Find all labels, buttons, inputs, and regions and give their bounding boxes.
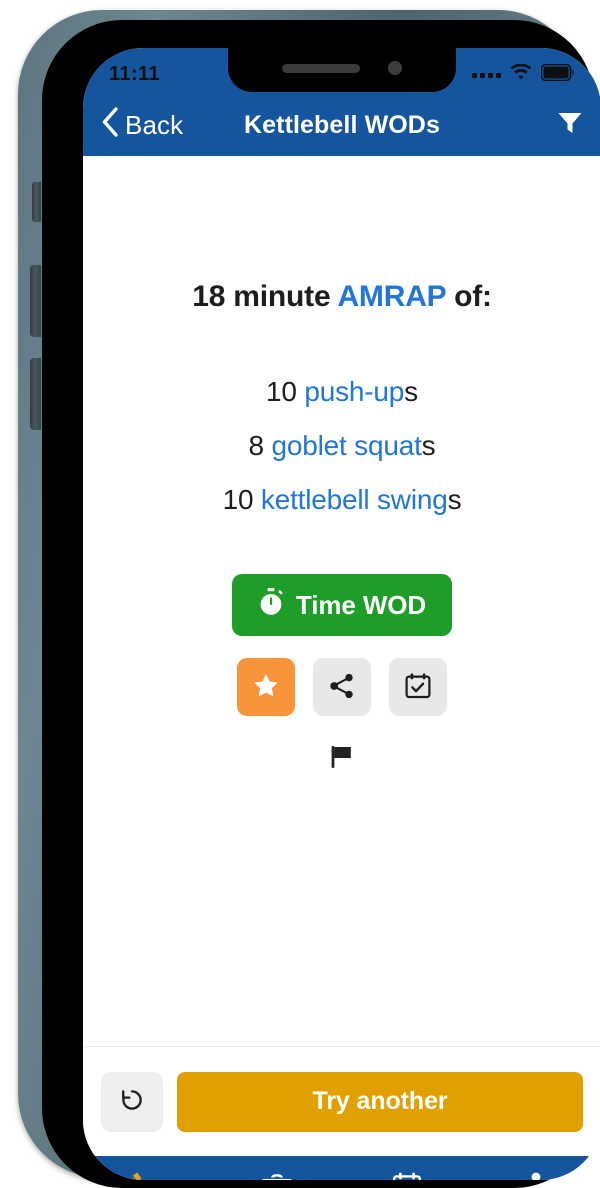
list-item: 10 push-ups xyxy=(83,376,600,408)
flag-icon xyxy=(329,744,355,773)
movement-link[interactable]: kettlebell swing xyxy=(261,484,448,515)
wifi-icon xyxy=(509,63,533,87)
tab-log[interactable]: Log xyxy=(342,1170,472,1180)
regenerate-button[interactable] xyxy=(101,1071,163,1132)
phone-screen: 11:11 Back Kettlebell WODs 18 minute AMR… xyxy=(83,48,600,1180)
filter-icon xyxy=(557,111,583,140)
movement-link[interactable]: push-up xyxy=(304,376,404,407)
movement-reps: 8 xyxy=(248,430,272,461)
stopwatch-icon xyxy=(258,587,284,623)
front-camera-icon xyxy=(388,61,402,75)
share-button[interactable] xyxy=(313,658,371,716)
volume-up-button[interactable] xyxy=(30,265,41,337)
signal-dots-icon xyxy=(472,72,501,78)
time-wod-button[interactable]: Time WOD xyxy=(231,574,453,636)
chevron-left-icon xyxy=(101,106,119,144)
movement-suffix: s xyxy=(447,484,462,515)
tab-bar: WODs Tools xyxy=(83,1156,600,1180)
filter-button[interactable] xyxy=(557,111,583,140)
movement-reps: 10 xyxy=(266,376,305,407)
movement-list: 10 push-ups 8 goblet squats 10 kettlebel… xyxy=(83,376,600,516)
amrap-link[interactable]: AMRAP xyxy=(337,280,446,313)
phone-frame: 11:11 Back Kettlebell WODs 18 minute AMR… xyxy=(18,10,600,1188)
toolbox-icon xyxy=(260,1170,294,1180)
schedule-button[interactable] xyxy=(389,658,447,716)
workout-title-suffix: of: xyxy=(445,280,492,313)
try-another-button[interactable]: Try another xyxy=(177,1071,583,1132)
volume-down-button[interactable] xyxy=(30,358,41,430)
movement-reps: 10 xyxy=(222,484,261,515)
star-icon xyxy=(253,673,279,701)
workout-action-icons xyxy=(83,658,600,716)
time-wod-row: Time WOD xyxy=(83,574,600,636)
workout-title-prefix: 18 minute xyxy=(192,280,338,313)
report-button[interactable] xyxy=(325,740,359,777)
phone-bezel: 11:11 Back Kettlebell WODs 18 minute AMR… xyxy=(42,20,600,1188)
tab-definitions[interactable]: Definitions xyxy=(472,1170,600,1180)
list-item: 8 goblet squats xyxy=(83,430,600,462)
share-icon xyxy=(329,673,355,702)
screenshot-stage: 11:11 Back Kettlebell WODs 18 minute AMR… xyxy=(0,0,600,1188)
silence-switch[interactable] xyxy=(32,182,41,222)
movement-suffix: s xyxy=(421,430,436,461)
back-button[interactable]: Back xyxy=(101,106,184,144)
nav-bar: Back Kettlebell WODs xyxy=(83,94,600,156)
favorite-button[interactable] xyxy=(237,658,295,716)
movement-suffix: s xyxy=(404,376,418,407)
status-indicators xyxy=(472,63,575,87)
time-wod-label: Time WOD xyxy=(295,589,427,620)
calendar-check-icon xyxy=(392,1170,422,1180)
status-time: 11:11 xyxy=(109,62,160,85)
undo-history-icon xyxy=(118,1086,146,1117)
back-label: Back xyxy=(125,109,184,140)
bottom-action-bar: Try another xyxy=(83,1046,600,1156)
dumbbell-icon xyxy=(129,1170,167,1180)
workout-title: 18 minute AMRAP of: xyxy=(83,280,600,314)
open-book-icon xyxy=(520,1170,552,1180)
notch xyxy=(228,48,456,92)
list-item: 10 kettlebell swings xyxy=(83,484,600,516)
earpiece-speaker-icon xyxy=(282,63,360,73)
movement-link[interactable]: goblet squat xyxy=(271,430,421,461)
workout-content: 18 minute AMRAP of: 10 push-ups 8 goblet… xyxy=(83,280,600,1046)
calendar-check-icon xyxy=(405,672,431,702)
tab-wods[interactable]: WODs xyxy=(83,1170,213,1180)
battery-full-icon xyxy=(540,63,575,86)
report-row xyxy=(83,740,600,777)
tab-tools[interactable]: Tools xyxy=(213,1170,343,1180)
